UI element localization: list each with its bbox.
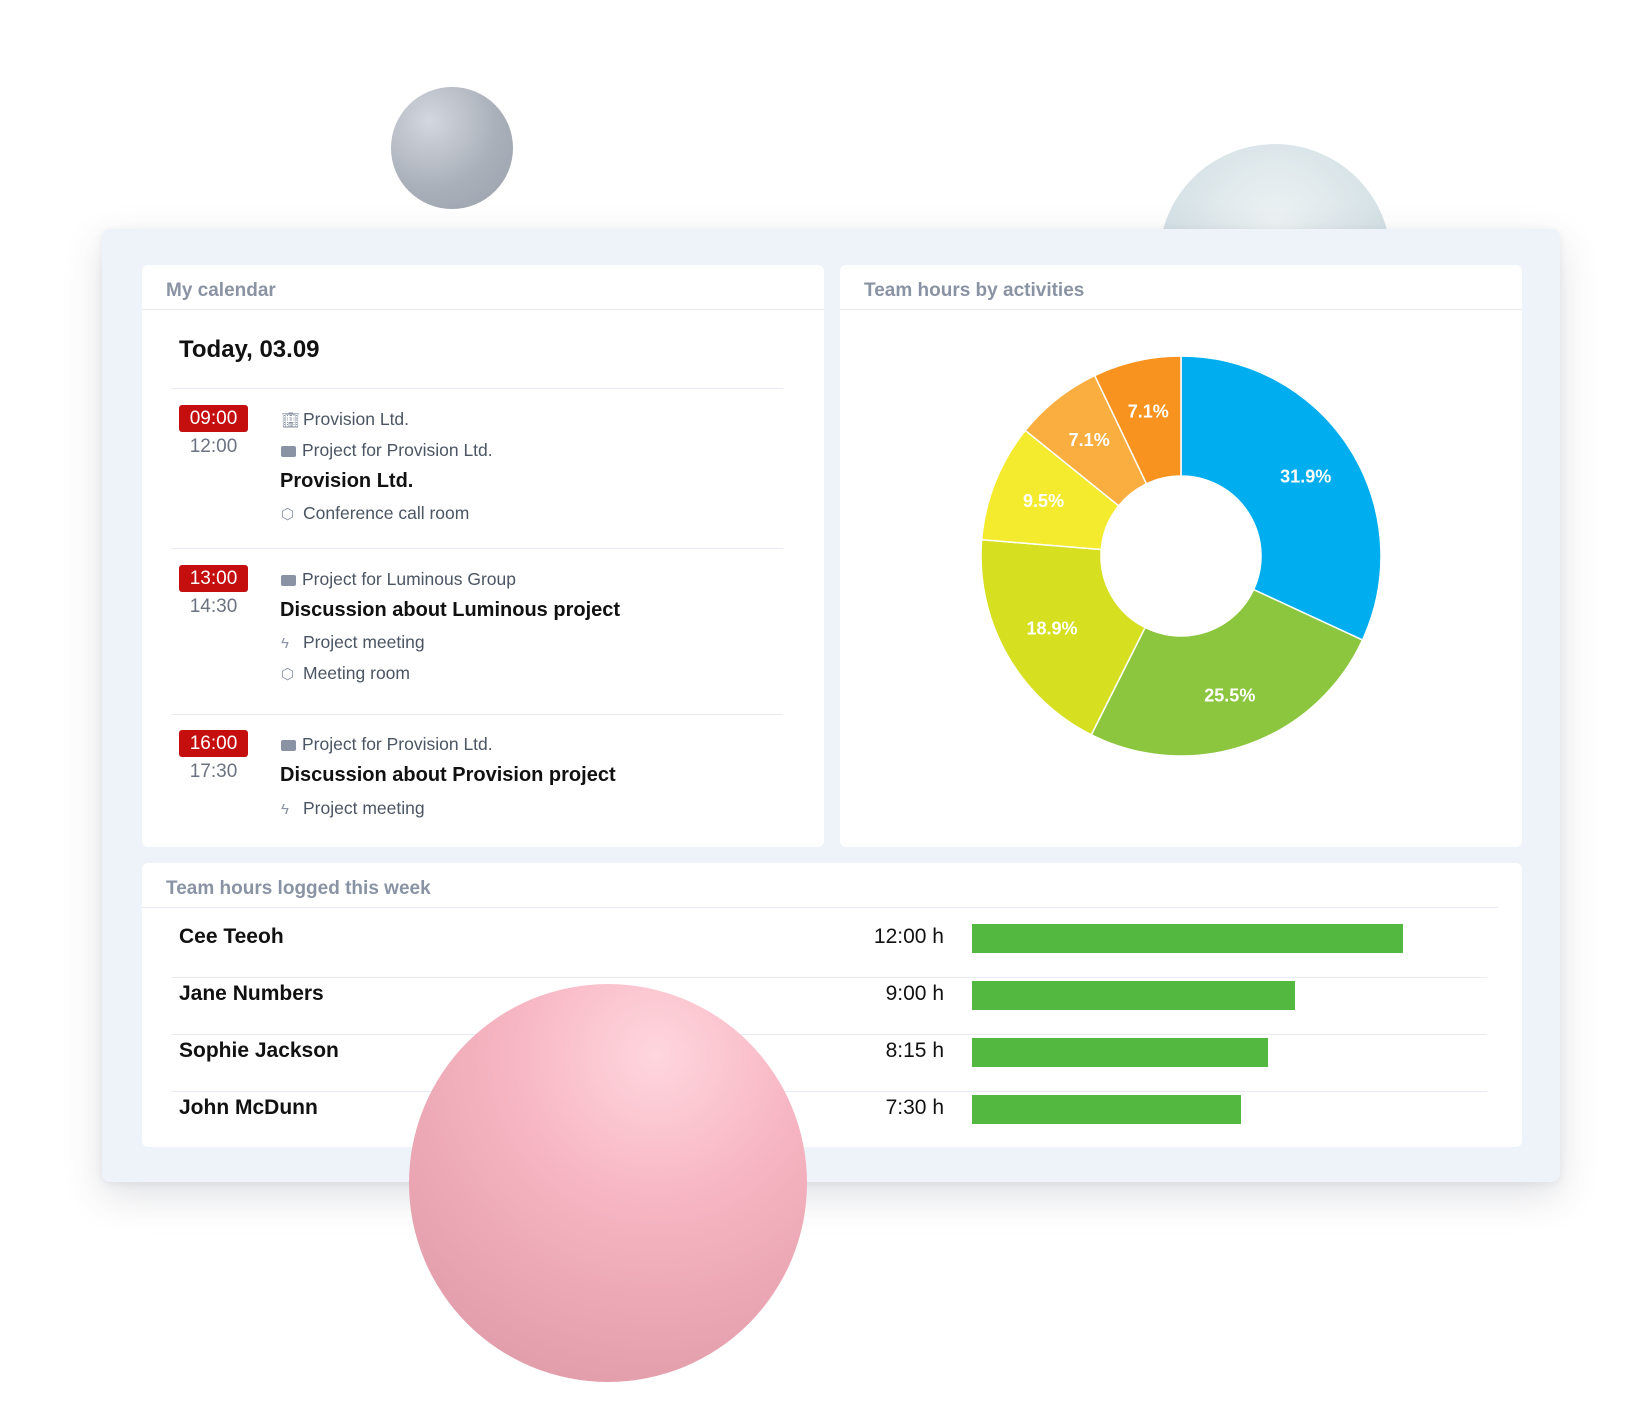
briefcase-icon — [281, 446, 296, 457]
event-room: ⬡ Conference call room — [281, 503, 470, 523]
member-name: Sophie Jackson — [179, 1039, 339, 1062]
member-name: Jane Numbers — [179, 982, 324, 1005]
activities-card-title: Team hours by activities — [840, 265, 1522, 310]
cube-icon: ⬡ — [281, 666, 295, 683]
decorative-gray-orb — [391, 87, 513, 209]
event-end-time: 12:00 — [189, 436, 238, 457]
briefcase-icon — [281, 740, 296, 751]
briefcase-icon — [281, 575, 296, 586]
cube-icon: ⬡ — [281, 506, 295, 523]
hours-bar — [972, 1095, 1242, 1124]
event-company: 🏢︎ Provision Ltd. — [281, 409, 410, 429]
lightning-icon: ϟ — [281, 801, 289, 818]
event-activity: ϟ Project meeting — [281, 632, 425, 652]
slice-label: 31.9% — [1280, 466, 1331, 486]
hours-card: Team hours logged this week Cee Teeoh 12… — [142, 863, 1522, 1147]
activities-card: Team hours by activities 31.9% 25.5% 18.9%… — [840, 265, 1522, 847]
member-hours: 9:00 h — [885, 982, 944, 1005]
member-name: Cee Teeoh — [179, 925, 284, 948]
event-start-time: 13:00 — [179, 565, 248, 592]
event-room: ⬡ Meeting room — [281, 663, 410, 683]
divider — [172, 388, 783, 389]
event-title: Discussion about Luminous project — [280, 599, 621, 621]
event-activity: ϟ Project meeting — [281, 798, 425, 818]
slice-label: 25.5% — [1204, 686, 1255, 706]
dashboard-frame: My calendar Today, 03.09 09:00 12:00 🏢︎ P… — [102, 229, 1560, 1182]
member-name: John McDunn — [179, 1096, 318, 1119]
hours-card-title: Team hours logged this week — [142, 863, 1498, 908]
event-project: Project for Provision Ltd. — [281, 440, 493, 461]
member-hours: 12:00 h — [873, 925, 944, 948]
hours-row: Cee Teeoh 12:00 h — [142, 909, 1522, 966]
donut-slice[interactable] — [1180, 355, 1382, 642]
event-project: Project for Luminous Group — [281, 569, 516, 590]
slice-label: 7.1% — [1128, 402, 1169, 422]
hours-row: John McDunn 7:30 h — [142, 1080, 1522, 1137]
building-icon: 🏢︎ — [281, 412, 301, 429]
calendar-card: My calendar Today, 03.09 09:00 12:00 🏢︎ P… — [142, 265, 824, 847]
hours-bar — [972, 981, 1296, 1010]
lightning-icon: ϟ — [281, 635, 289, 652]
event-title: Provision Ltd. — [280, 470, 414, 492]
decorative-pink-orb — [409, 984, 807, 1382]
slice-label: 18.9% — [1026, 619, 1077, 639]
calendar-date-heading: Today, 03.09 — [179, 336, 320, 363]
divider — [172, 548, 783, 549]
hours-bar — [972, 1038, 1269, 1067]
slice-label: 9.5% — [1023, 491, 1064, 511]
slice-label: 7.1% — [1069, 430, 1110, 450]
event-project: Project for Provision Ltd. — [281, 734, 493, 755]
event-end-time: 14:30 — [189, 596, 238, 617]
event-end-time: 17:30 — [189, 761, 238, 782]
hours-row: Jane Numbers 9:00 h — [142, 966, 1522, 1023]
event-title: Discussion about Provision project — [280, 764, 616, 786]
event-start-time: 09:00 — [179, 405, 248, 432]
member-hours: 8:15 h — [885, 1039, 944, 1062]
hours-row: Sophie Jackson 8:15 h — [142, 1023, 1522, 1080]
member-hours: 7:30 h — [885, 1096, 944, 1119]
hours-bar — [972, 924, 1403, 953]
divider — [172, 714, 783, 715]
event-start-time: 16:00 — [179, 730, 248, 757]
calendar-card-title: My calendar — [142, 265, 824, 310]
activities-donut-chart: 31.9% 25.5% 18.9% 9.5% 7.1% 7.1% — [980, 355, 1382, 757]
